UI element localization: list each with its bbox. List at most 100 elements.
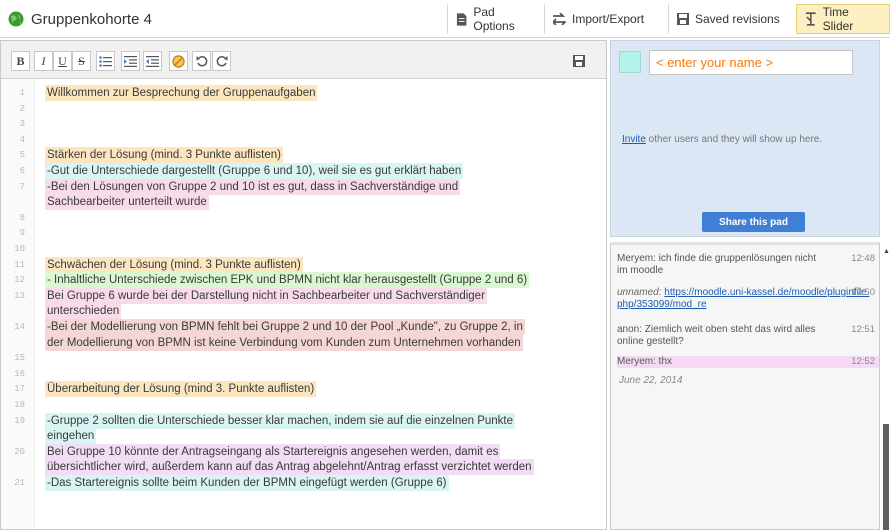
undo-button[interactable]	[192, 51, 211, 71]
chat-message-text: Meryem: thx	[617, 356, 673, 367]
chat-message-time: 12:52	[851, 356, 875, 367]
time-slider-button[interactable]: Time Slider	[796, 4, 890, 34]
invite-link[interactable]: Invite	[622, 134, 646, 145]
underline-button[interactable]: U	[53, 51, 72, 71]
clear-authorship-button[interactable]	[169, 51, 188, 71]
line-number-gutter	[1, 79, 35, 529]
share-pad-button[interactable]: Share this pad	[702, 212, 805, 232]
unordered-list-button[interactable]	[96, 51, 115, 71]
pad-line[interactable]: -Gut die Unterschiede dargestellt (Grupp…	[45, 163, 464, 179]
clock-icon	[805, 12, 816, 26]
outdent-button[interactable]	[143, 51, 162, 71]
line-number: 16	[14, 368, 25, 379]
swap-arrows-icon	[553, 13, 566, 25]
chat-panel: Meryem: ich finde die gruppenlösungen ni…	[610, 242, 880, 530]
save-revision-button[interactable]	[569, 51, 588, 71]
pad-line[interactable]: Bei Gruppe 10 könnte der Antragseingang …	[45, 443, 501, 460]
chat-date: June 22, 2014	[619, 375, 683, 386]
chat-message-time: 12:50	[851, 287, 875, 298]
pad-line[interactable]: Sachbearbeiter unterteilt wurde	[45, 194, 209, 211]
indent-icon	[124, 55, 137, 67]
pad-content[interactable]: 1 Willkommen zur Besprechung der Gruppena…	[1, 79, 606, 529]
line-number: 13	[14, 290, 25, 301]
chat-message: unnamed: https://moodle.uni-kassel.de/mo…	[617, 287, 879, 311]
chat-message: Meryem: thx 12:52	[617, 356, 879, 368]
etherpad-logo-icon	[8, 11, 24, 27]
pad-line[interactable]: Stärken der Lösung (mind. 3 Punkte aufli…	[45, 147, 283, 164]
pad-title: Gruppenkohorte 4	[31, 11, 152, 28]
document-icon	[456, 12, 467, 26]
pad-options-label: Pad Options	[473, 5, 515, 33]
save-disk-icon	[572, 55, 585, 67]
pad-line[interactable]: eingehen	[45, 428, 97, 445]
line-number: 6	[19, 166, 25, 176]
pad-line[interactable]: übersichtlicher wird, außerdem kann auf …	[45, 459, 534, 476]
pad-line[interactable]: Bei Gruppe 6 wurde bei der Darstellung n…	[45, 287, 487, 304]
pad-line[interactable]: -Bei der Modellierung von BPMN fehlt bei…	[45, 319, 525, 335]
chat-message-text: Meryem: ich finde die gruppenlösungen ni…	[617, 253, 817, 276]
import-export-label: Import/Export	[572, 12, 645, 26]
import-export-button[interactable]: Import/Export	[544, 4, 668, 34]
chat-message: Meryem: ich finde die gruppenlösungen ni…	[617, 253, 879, 277]
bulleted-list-icon	[99, 55, 112, 67]
pad-options-button[interactable]: Pad Options	[447, 4, 544, 34]
pad-line[interactable]: -Das Startereignis sollte beim Kunden de…	[45, 475, 449, 491]
invite-text: Invite other users and they will show up…	[622, 134, 822, 145]
line-number: 5	[19, 150, 25, 161]
pad-line[interactable]: -Gruppe 2 sollten die Unterschiede besse…	[45, 412, 516, 429]
pad-line[interactable]: der Modellierung von BPMN ist keine Verb…	[45, 334, 523, 351]
pad-line[interactable]: unterschieden	[45, 303, 122, 320]
time-slider-label: Time Slider	[822, 5, 854, 33]
line-number: 19	[14, 415, 25, 426]
line-number: 2	[19, 103, 25, 114]
scroll-up-arrow-icon[interactable]: ▲	[883, 248, 890, 255]
indent-button[interactable]	[121, 51, 140, 71]
italic-button[interactable]: I	[34, 51, 53, 71]
line-number: 8	[19, 212, 25, 223]
pad-line[interactable]: - Inhaltliche Unterschiede zwischen EPK …	[45, 272, 530, 289]
redo-button[interactable]	[212, 51, 231, 71]
pad-line[interactable]: -Bei den Lösungen von Gruppe 2 und 10 is…	[45, 178, 461, 195]
outdent-icon	[146, 55, 159, 67]
line-number: 14	[14, 322, 25, 332]
chat-message-time: 12:51	[851, 324, 875, 335]
save-disk-icon	[677, 13, 689, 25]
strikethrough-button[interactable]: S	[72, 51, 91, 71]
chat-message-text: anon: Ziemlich weit oben steht das wird …	[617, 324, 816, 347]
undo-icon	[196, 55, 207, 67]
line-number: 12	[14, 275, 25, 286]
scrollbar-thumb[interactable]	[883, 424, 889, 530]
line-number: 1	[19, 88, 25, 98]
line-number: 7	[19, 181, 25, 192]
chat-message-author: unnamed:	[617, 287, 662, 298]
clear-authorship-icon	[172, 54, 185, 68]
chat-message: anon: Ziemlich weit oben steht das wird …	[617, 324, 879, 348]
line-number: 4	[19, 134, 25, 145]
bold-button[interactable]: B	[11, 51, 30, 71]
line-number: 17	[14, 384, 25, 395]
top-bar: Gruppenkohorte 4 Pad Options Import/Expo…	[0, 0, 890, 38]
user-color-swatch[interactable]	[619, 51, 641, 73]
saved-revisions-button[interactable]: Saved revisions	[668, 4, 796, 34]
line-number: 15	[14, 353, 25, 364]
line-number: 21	[14, 478, 25, 488]
saved-revisions-label: Saved revisions	[695, 12, 780, 26]
line-number: 20	[14, 446, 25, 457]
chat-message-time: 12:48	[851, 253, 875, 264]
invite-description: other users and they will show up here.	[645, 134, 823, 145]
editor-pane: B I U S 1 Willkommen zur Besprechung der…	[0, 40, 607, 530]
editor-toolbar: B I U S	[1, 41, 606, 79]
right-sidebar: < enter your name > Invite other users a…	[610, 40, 890, 530]
pad-line[interactable]: Schwächen der Lösung (mind. 3 Punkte auf…	[45, 256, 303, 273]
line-number: 18	[14, 400, 25, 410]
line-number: 3	[19, 119, 25, 130]
redo-icon	[216, 55, 227, 67]
line-number: 10	[14, 244, 25, 254]
line-number: 11	[14, 259, 25, 270]
line-number: 9	[19, 228, 25, 239]
chat-scrollbar[interactable]: ▲	[882, 242, 890, 530]
users-panel: < enter your name > Invite other users a…	[610, 40, 880, 237]
pad-line[interactable]: Überarbeitung der Lösung (mind 3. Punkte…	[45, 381, 317, 398]
name-input[interactable]: < enter your name >	[649, 50, 853, 75]
pad-line[interactable]: Willkommen zur Besprechung der Gruppenau…	[45, 85, 318, 101]
